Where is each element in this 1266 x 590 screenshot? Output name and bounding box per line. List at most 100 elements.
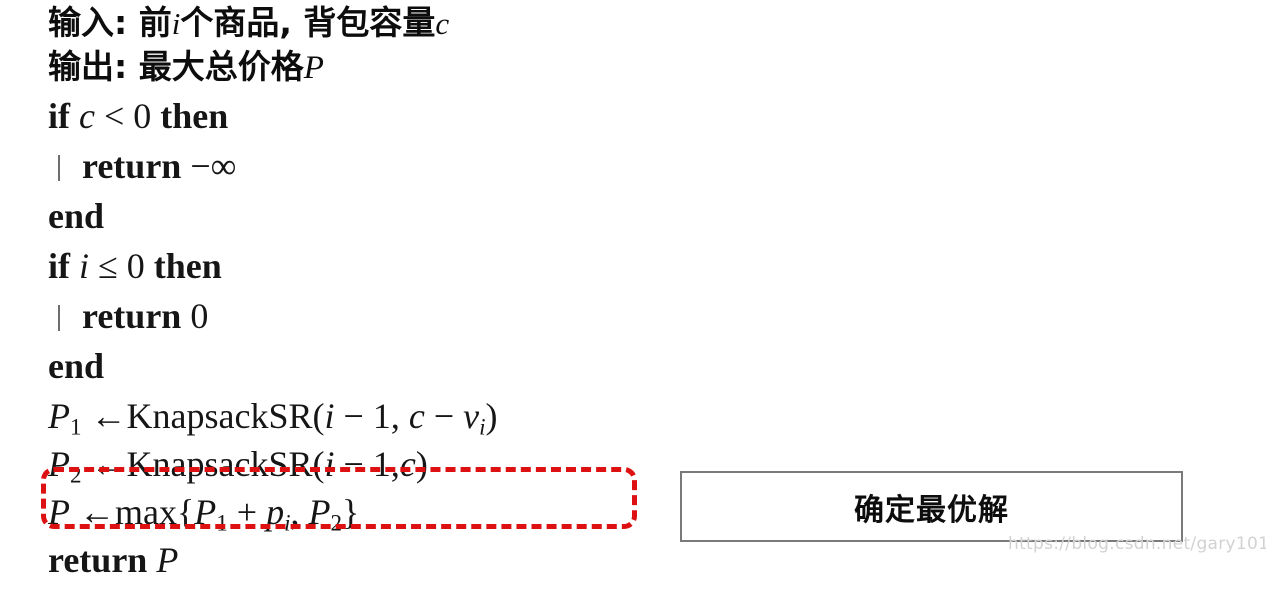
line-if-c-lt-0: if c < 0 then [48, 98, 668, 148]
subscript-2: 2 [330, 509, 343, 536]
input-var-c: c [435, 6, 450, 41]
indent-guide-bar [58, 305, 60, 331]
operator-assign: ← [79, 492, 115, 532]
var-P: P [308, 492, 331, 532]
space-24 [147, 540, 156, 580]
space-1 [70, 96, 79, 136]
var-c: c [399, 444, 416, 484]
keyword-max: max [115, 492, 177, 532]
var-v: v [463, 396, 480, 436]
line-if-i-le-0: if i ≤ 0 then [48, 248, 668, 298]
space-13 [364, 396, 373, 436]
line-return-neg-infinity: return −∞ [48, 148, 668, 198]
callout-box: 确定最优解 [680, 471, 1183, 542]
space-6 [70, 246, 79, 286]
brace-open: { [176, 492, 195, 532]
line-end-first: end [48, 198, 668, 248]
operator-less-equal: ≤ [98, 246, 118, 286]
space-19 [364, 444, 373, 484]
function-knapsacksr: KnapsackSR [126, 396, 313, 436]
subscript-2: 2 [70, 461, 82, 488]
space-21 [228, 492, 237, 532]
keyword-return: return [48, 540, 148, 580]
space-16 [454, 396, 463, 436]
space-9 [145, 246, 154, 286]
space-23 [300, 492, 309, 532]
paren-open: ( [312, 444, 325, 484]
output-label: 输出: [48, 47, 128, 86]
var-P: P [48, 492, 70, 532]
paren-close: ) [485, 396, 498, 436]
subscript-1: 1 [70, 413, 82, 440]
keyword-end: end [48, 196, 105, 236]
var-i: i [324, 396, 335, 436]
line-assign-p-max: P ←max{P1 + pi, P2} [48, 494, 668, 542]
comma: , [390, 444, 400, 484]
space-4 [151, 96, 160, 136]
var-i: i [79, 246, 90, 286]
space-11 [82, 396, 91, 436]
operator-minus: − [190, 146, 211, 186]
watermark-text: https://blog.csdn.net/gary101818 [1008, 534, 1266, 554]
number-one: 1 [372, 396, 391, 436]
var-P: P [194, 492, 217, 532]
symbol-infinity: ∞ [210, 146, 237, 186]
number-zero: 0 [133, 96, 152, 136]
operator-minus: − [343, 444, 364, 484]
input-spec-line: 输入: 前i个商品, 背包容量c [48, 2, 668, 50]
keyword-return: return [82, 296, 182, 336]
var-c: c [408, 396, 425, 436]
comma: , [390, 396, 400, 436]
number-zero: 0 [190, 296, 209, 336]
output-var-P: P [303, 50, 324, 86]
space-8 [118, 246, 127, 286]
space-15 [425, 396, 434, 436]
number-zero: 0 [126, 246, 145, 286]
operator-assign: ← [90, 396, 127, 436]
space-18 [335, 444, 344, 484]
keyword-end: end [48, 346, 105, 386]
keyword-if: if [48, 96, 70, 136]
input-text-before: 前 [127, 3, 172, 42]
operator-assign: ← [90, 444, 127, 484]
paren-close: ) [415, 444, 428, 484]
subscript-1: 1 [216, 509, 228, 536]
line-assign-p2: P2 ←KnapsackSR(i − 1,c) [48, 446, 668, 494]
var-P: P [156, 540, 179, 580]
space-3 [124, 96, 133, 136]
space-17 [82, 444, 91, 484]
line-assign-p1: P1 ←KnapsackSR(i − 1, c − vi) [48, 398, 668, 446]
space-5 [181, 146, 190, 186]
space-7 [89, 246, 98, 286]
space-2 [95, 96, 104, 136]
var-P: P [48, 396, 70, 436]
line-return-p: return P [48, 542, 668, 590]
keyword-if: if [48, 246, 70, 286]
line-return-zero: return 0 [48, 298, 668, 348]
space-10 [181, 296, 190, 336]
var-i: i [324, 444, 335, 484]
comma: , [290, 492, 300, 532]
output-spec-line: 输出: 最大总价格P [48, 50, 668, 98]
line-end-second: end [48, 348, 668, 398]
output-text: 最大总价格 [127, 47, 304, 86]
paren-open: ( [312, 396, 325, 436]
space-14 [400, 396, 409, 436]
operator-minus: − [433, 396, 455, 436]
function-knapsacksr: KnapsackSR [126, 444, 313, 484]
keyword-return: return [82, 146, 182, 186]
callout-label: 确定最优解 [854, 492, 1009, 528]
operator-plus: + [236, 492, 258, 532]
keyword-then: then [160, 96, 229, 136]
space-22 [257, 492, 266, 532]
var-p-lower: p [266, 492, 285, 532]
operator-less-than: < [103, 96, 125, 136]
space-12 [335, 396, 344, 436]
input-label: 输入: [48, 3, 128, 42]
brace-close: } [342, 492, 360, 532]
var-c: c [79, 96, 95, 136]
number-one: 1 [372, 444, 391, 484]
input-text-middle: 个商品, 背包容量 [180, 3, 436, 42]
var-P: P [48, 444, 70, 484]
indent-guide-bar [58, 155, 60, 181]
